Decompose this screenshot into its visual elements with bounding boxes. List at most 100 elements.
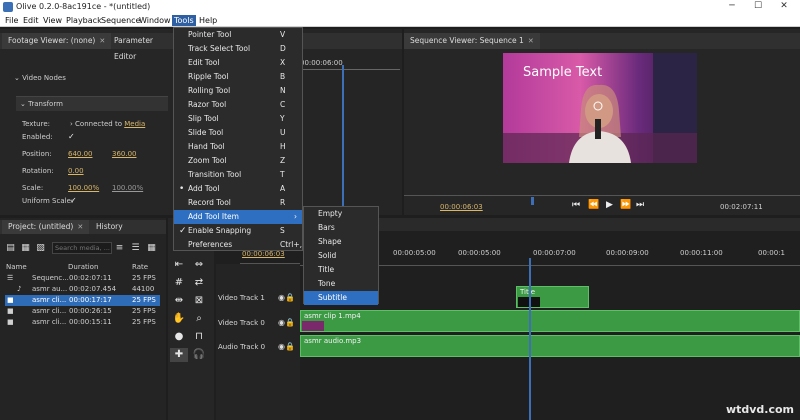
add-tool-icon[interactable]: ✚	[170, 348, 188, 362]
snapping-icon[interactable]: ⊓	[190, 330, 208, 344]
menu-bar: File Edit View Playback Sequence Window …	[0, 14, 800, 27]
video-clip[interactable]: asmr clip 1.mp4	[300, 310, 800, 332]
menu-item-edit-tool[interactable]: Edit Tool X	[174, 56, 302, 70]
menu-playback[interactable]: Playback	[64, 15, 104, 26]
col-name[interactable]: Name	[6, 263, 27, 271]
menu-item-transition-tool[interactable]: Transition Tool T	[174, 168, 302, 182]
rotation-value[interactable]: 0.00	[68, 167, 84, 175]
menu-item-hand-tool[interactable]: Hand Tool H	[174, 140, 302, 154]
add-tool-item-submenu: Empty Bars Shape Solid Title Tone Subtit…	[303, 206, 379, 305]
open-file-icon[interactable]: ▦	[20, 243, 31, 254]
tab-footage-viewer[interactable]: Footage Viewer: (none) ✕	[2, 33, 112, 49]
scale-x-value[interactable]: 100.00%	[68, 184, 99, 192]
new-file-icon[interactable]: ▤	[5, 243, 16, 254]
project-row-selected[interactable]: ■ asmr cli... 00:00:17:17 25 FPS	[5, 295, 160, 306]
rewind-icon[interactable]: ⏪	[588, 200, 599, 210]
submenu-item-title[interactable]: Title	[304, 263, 378, 277]
video-clip-thumbnail	[302, 321, 324, 331]
center-viewer-ruler[interactable]	[300, 69, 400, 75]
transform-header[interactable]: ⌄ Transform	[16, 96, 168, 111]
play-icon[interactable]: ▶	[606, 200, 613, 210]
position-y-value[interactable]: 360.00	[112, 150, 137, 158]
go-to-end-icon[interactable]: ⏭	[636, 200, 644, 210]
submenu-item-shape[interactable]: Shape	[304, 235, 378, 249]
tab-parameter-editor[interactable]: Parameter Editor	[108, 33, 170, 61]
menu-edit[interactable]: Edit	[21, 15, 41, 26]
tab-history[interactable]: History	[90, 220, 129, 234]
submenu-item-solid[interactable]: Solid	[304, 249, 378, 263]
menu-view[interactable]: View	[41, 15, 64, 26]
submenu-item-subtitle[interactable]: Subtitle	[304, 291, 378, 305]
menu-item-preferences[interactable]: Preferences Ctrl+,	[174, 238, 302, 252]
menu-window[interactable]: Window	[137, 15, 173, 26]
menu-item-add-tool[interactable]: • Add Tool A	[174, 182, 302, 196]
submenu-item-bars[interactable]: Bars	[304, 221, 378, 235]
eye-icon[interactable]: ◉🔒	[278, 318, 295, 327]
speaker-icon[interactable]: ◉🔒	[278, 342, 295, 351]
submenu-item-empty[interactable]: Empty	[304, 207, 378, 221]
go-to-start-icon[interactable]: ⏮	[572, 200, 580, 210]
tab-sequence-viewer[interactable]: Sequence Viewer: Sequence 1 ✕	[404, 33, 540, 49]
menu-item-ripple-tool[interactable]: Ripple Tool B	[174, 70, 302, 84]
maximize-icon[interactable]: ☐	[746, 1, 770, 13]
sequence-current-time[interactable]: 00:00:06:03	[440, 203, 483, 211]
project-search-input[interactable]	[52, 242, 112, 254]
scale-y-value[interactable]: 100.00%	[112, 184, 143, 192]
menu-item-add-tool-item[interactable]: Add Tool Item ›	[174, 210, 302, 224]
menu-item-rolling-tool[interactable]: Rolling Tool N	[174, 84, 302, 98]
slip-tool-icon[interactable]: ⇄	[190, 276, 208, 290]
slide-tool-icon[interactable]: ⇹	[170, 294, 188, 308]
menu-item-zoom-tool[interactable]: Zoom Tool Z	[174, 154, 302, 168]
audio-tool-icon[interactable]: 🎧	[190, 348, 208, 362]
tab-project[interactable]: Project: (untitled) ✕	[2, 220, 90, 234]
timeline-playhead[interactable]	[529, 258, 531, 420]
menu-item-track-select-tool[interactable]: Track Select Tool D	[174, 42, 302, 56]
media-link[interactable]: Media	[124, 120, 145, 128]
record-tool-icon[interactable]: ●	[170, 330, 188, 344]
close-icon[interactable]: ✕	[772, 1, 796, 13]
menu-item-razor-tool[interactable]: Razor Tool C	[174, 98, 302, 112]
video-preview[interactable]: Sample Text	[503, 53, 697, 163]
menu-item-slip-tool[interactable]: Slip Tool Y	[174, 112, 302, 126]
tree-view-icon[interactable]: ☰	[130, 243, 141, 254]
minimize-icon[interactable]: ─	[720, 1, 744, 13]
sample-text-overlay[interactable]: Sample Text	[523, 65, 602, 80]
enabled-checkbox[interactable]: ✓	[68, 132, 75, 141]
col-rate[interactable]: Rate	[132, 263, 148, 271]
icon-view-icon[interactable]: ▦	[146, 243, 157, 254]
col-duration[interactable]: Duration	[68, 263, 98, 271]
menu-help[interactable]: Help	[197, 15, 219, 26]
sequence-viewer-ruler[interactable]	[404, 195, 800, 203]
menu-item-slide-tool[interactable]: Slide Tool U	[174, 126, 302, 140]
center-playhead[interactable]	[342, 65, 344, 215]
fast-forward-icon[interactable]: ⏩	[620, 200, 631, 210]
import-icon[interactable]: ▧	[35, 243, 46, 254]
texture-value: › Connected to Media	[70, 120, 146, 128]
menu-sequence[interactable]: Sequence	[99, 15, 142, 26]
ripple-tool-icon[interactable]: ⇤	[170, 258, 188, 272]
project-row[interactable]: ♪asmr au...00:02:07.45444100 H	[5, 284, 160, 304]
eye-icon[interactable]: ◉🔒	[278, 293, 295, 302]
menu-item-record-tool[interactable]: Record Tool R	[174, 196, 302, 210]
menu-item-enable-snapping[interactable]: ✓ Enable Snapping S	[174, 224, 302, 238]
list-view-icon[interactable]: ≡	[114, 243, 125, 254]
title-clip[interactable]: Title	[516, 286, 589, 308]
uniform-scale-checkbox[interactable]: ✓	[70, 196, 77, 205]
menu-item-pointer-tool[interactable]: Pointer Tool V	[174, 28, 302, 42]
sequence-viewer-playhead[interactable]	[531, 197, 534, 205]
project-row[interactable]: ■ asmr cli... 00:00:15:11 25 FPS	[5, 317, 160, 328]
transition-tool-icon[interactable]: ⊠	[190, 294, 208, 308]
hand-tool-icon[interactable]: ✋	[170, 312, 188, 326]
project-row[interactable]: ☰ Sequenc... 00:02:07:11 25 FPS	[5, 273, 160, 284]
razor-tool-icon[interactable]: #	[170, 276, 188, 290]
submenu-item-tone[interactable]: Tone	[304, 277, 378, 291]
ruler-label: 00:00:1	[758, 249, 785, 257]
audio-clip[interactable]: asmr audio.mp3	[300, 335, 800, 357]
video-nodes-header[interactable]: ⌄ Video Nodes	[14, 74, 66, 82]
menu-tools[interactable]: Tools	[172, 15, 196, 26]
zoom-tool-icon[interactable]: ⌕	[190, 312, 208, 326]
position-x-value[interactable]: 640.00	[68, 150, 93, 158]
rolling-tool-icon[interactable]: ⇔	[190, 258, 208, 272]
menu-file[interactable]: File	[3, 15, 20, 26]
project-row[interactable]: ■ asmr cli... 00:00:26:15 25 FPS	[5, 306, 160, 317]
